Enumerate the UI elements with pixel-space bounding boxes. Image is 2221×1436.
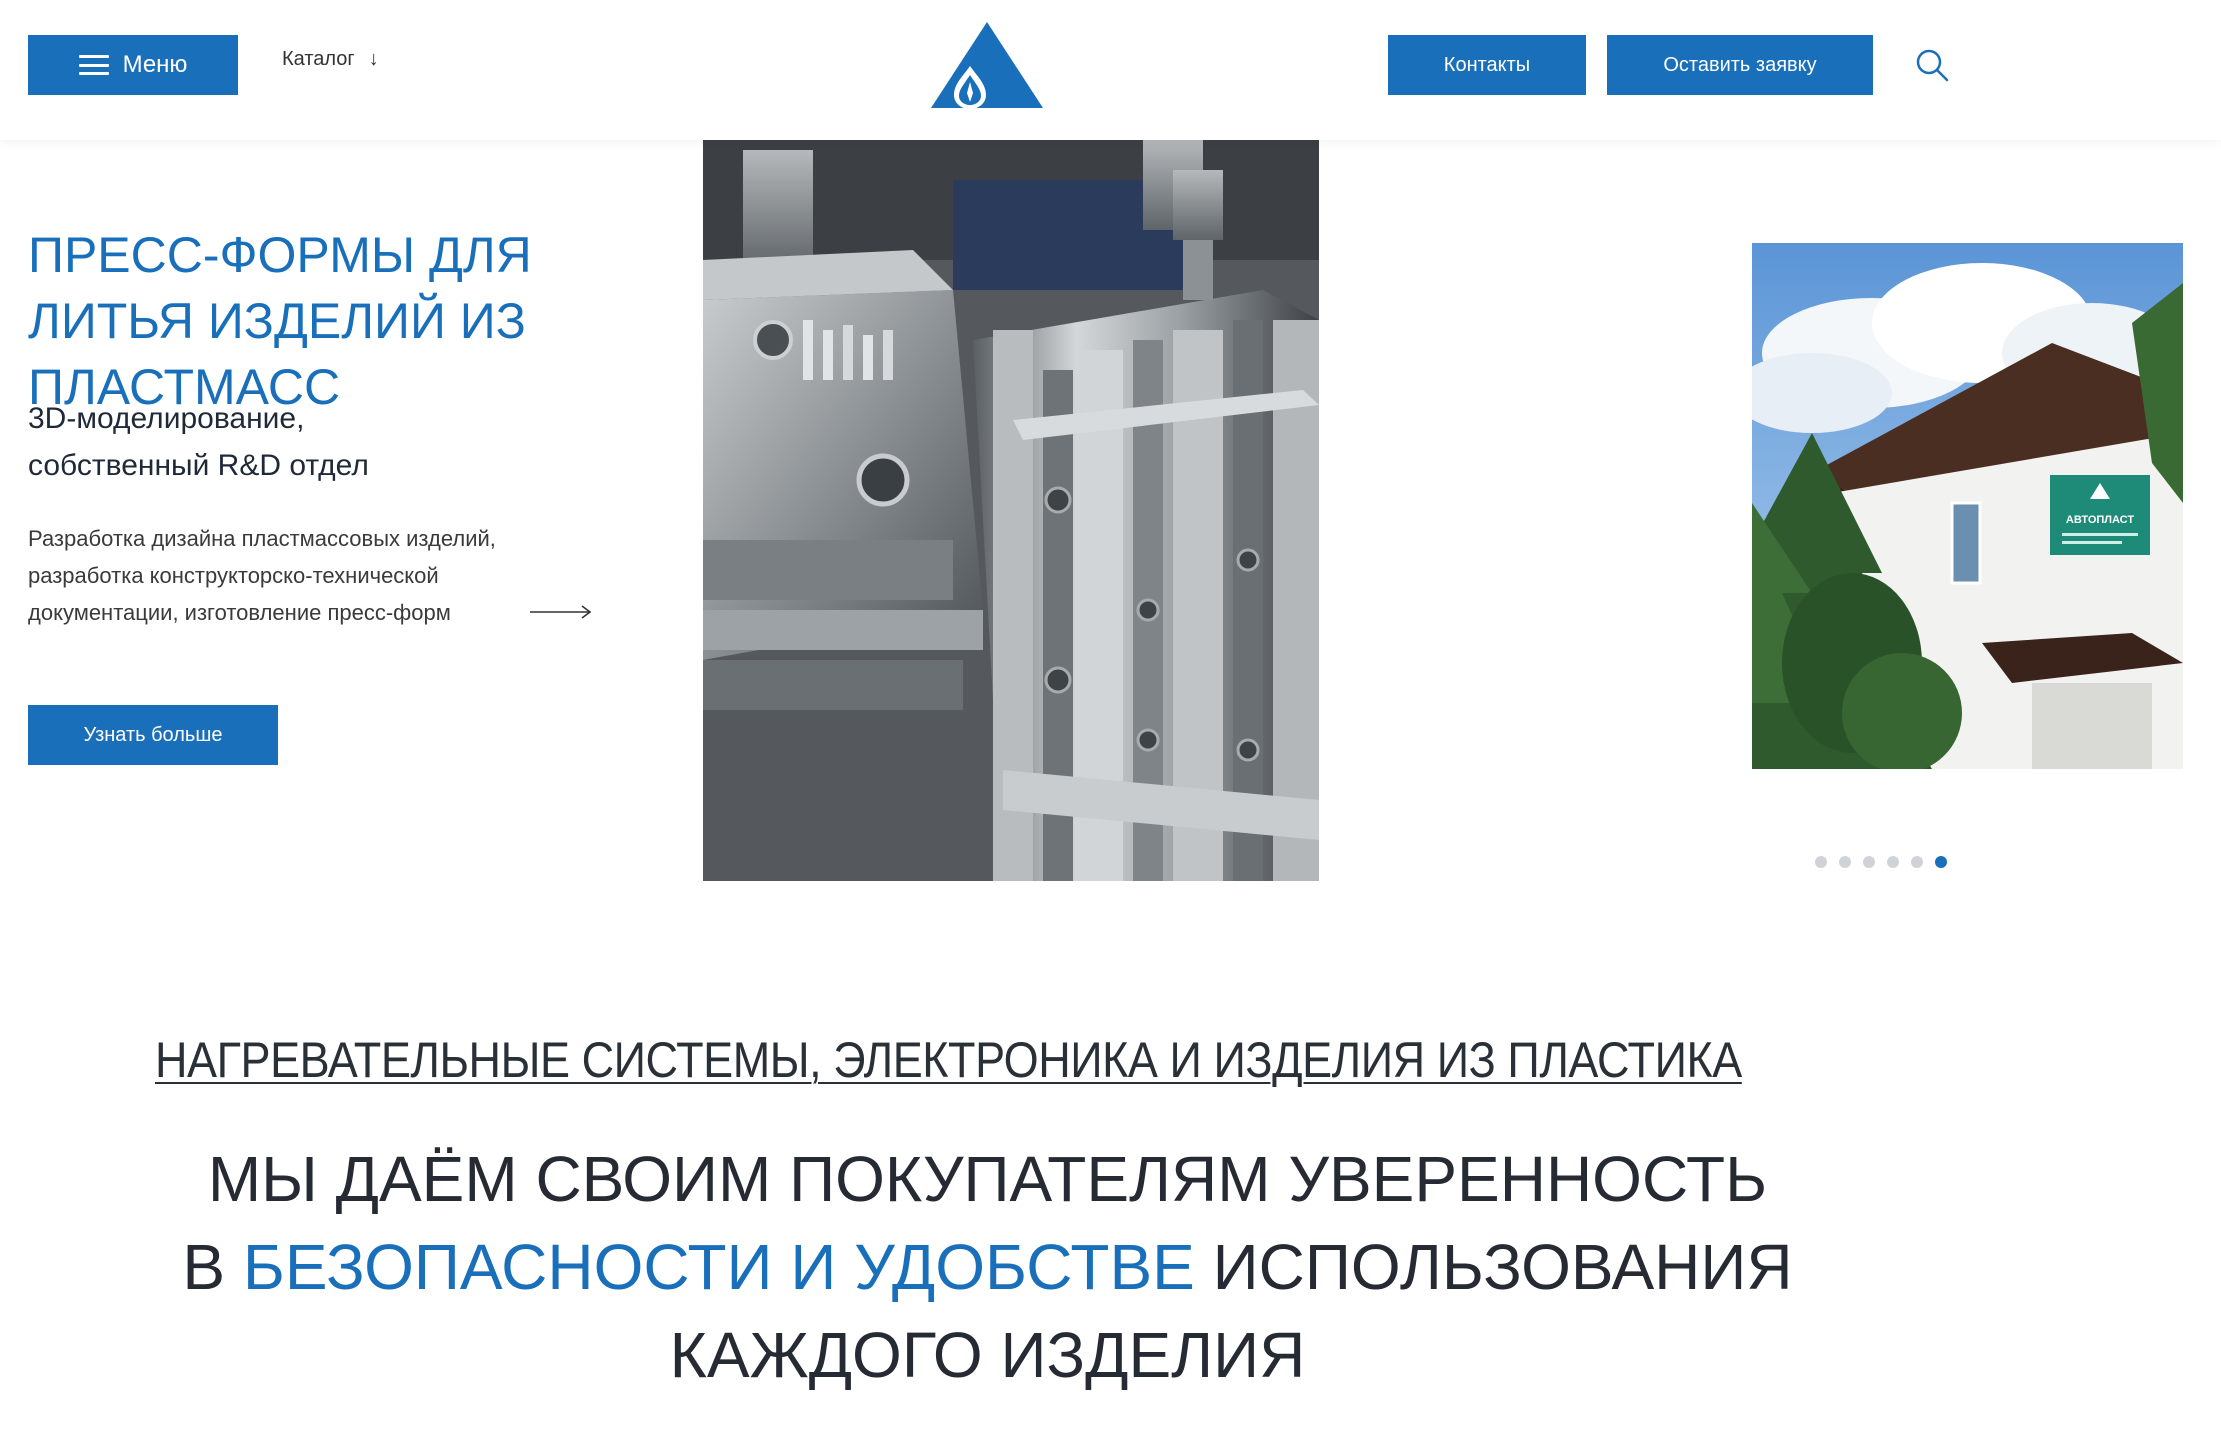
hero-image-molds xyxy=(703,140,1319,881)
contacts-button[interactable]: Контакты xyxy=(1388,35,1586,95)
slider-dot-3[interactable] xyxy=(1863,856,1875,868)
burger-icon xyxy=(78,55,109,75)
logo[interactable] xyxy=(930,20,1045,110)
menu-button[interactable]: Меню xyxy=(28,35,238,95)
triangle-drop-logo xyxy=(931,22,1043,109)
hero-desc-line1: Разработка дизайна пластмассовых изделий… xyxy=(28,526,496,551)
hero-desc-line2: разработка конструкторско-технической xyxy=(28,563,439,588)
slider-pagination xyxy=(1815,856,1947,868)
tagline-line2-suffix: ИСПОЛЬЗОВАНИЯ xyxy=(1194,1231,1793,1303)
hero-subtitle-line1: 3D-моделирование, xyxy=(28,402,305,435)
tagline-line3: КАЖДОГО ИЗДЕЛИЯ xyxy=(669,1319,1306,1391)
arrow-down-icon: ↓ xyxy=(368,48,379,70)
hero-image-building: АВТОПЛАСТ xyxy=(1752,243,2183,769)
hero-subtitle: 3D-моделирование, собственный R&D отдел xyxy=(28,395,678,489)
tagline-line2-prefix: В xyxy=(182,1231,243,1303)
search-icon[interactable] xyxy=(1915,48,1949,82)
slider-dot-2[interactable] xyxy=(1839,856,1851,868)
slider-dot-4[interactable] xyxy=(1887,856,1899,868)
molds-photo-illustration xyxy=(703,140,1319,881)
tagline: МЫ ДАЁМ СВОИМ ПОКУПАТЕЛЯМ УВЕРЕННОСТЬ В … xyxy=(0,1135,1975,1399)
long-arrow-right-icon[interactable] xyxy=(530,602,592,622)
building-photo-illustration: АВТОПЛАСТ xyxy=(1752,243,2183,769)
menu-button-label: Меню xyxy=(122,51,188,78)
slider-dot-1[interactable] xyxy=(1815,856,1827,868)
slider-dot-6[interactable] xyxy=(1935,856,1947,868)
catalog-link[interactable]: Каталог ↓ xyxy=(282,48,379,71)
learn-more-button[interactable]: Узнать больше xyxy=(28,705,278,765)
products-section-link[interactable]: НАГРЕВАТЕЛЬНЫЕ СИСТЕМЫ, ЭЛЕКТРОНИКА И ИЗ… xyxy=(155,1030,1742,1090)
slider-dot-5[interactable] xyxy=(1911,856,1923,868)
hero-title: ПРЕСС-ФОРМЫ ДЛЯ ЛИТЬЯ ИЗДЕЛИЙ ИЗ ПЛАСТМА… xyxy=(28,227,532,415)
hero-desc-line3: документации, изготовление пресс-форм xyxy=(28,600,451,625)
tagline-accent: БЕЗОПАСНОСТИ И УДОБСТВЕ xyxy=(242,1231,1195,1303)
tagline-line1: МЫ ДАЁМ СВОИМ ПОКУПАТЕЛЯМ УВЕРЕННОСТЬ xyxy=(207,1143,1768,1215)
building-sign-text: АВТОПЛАСТ xyxy=(2066,514,2134,526)
request-button[interactable]: Оставить заявку xyxy=(1607,35,1873,95)
catalog-label: Каталог xyxy=(282,48,355,70)
site-header: Меню Каталог ↓ Контакты Оставить заявку xyxy=(0,0,2221,140)
hero-subtitle-line2: собственный R&D отдел xyxy=(28,449,369,482)
